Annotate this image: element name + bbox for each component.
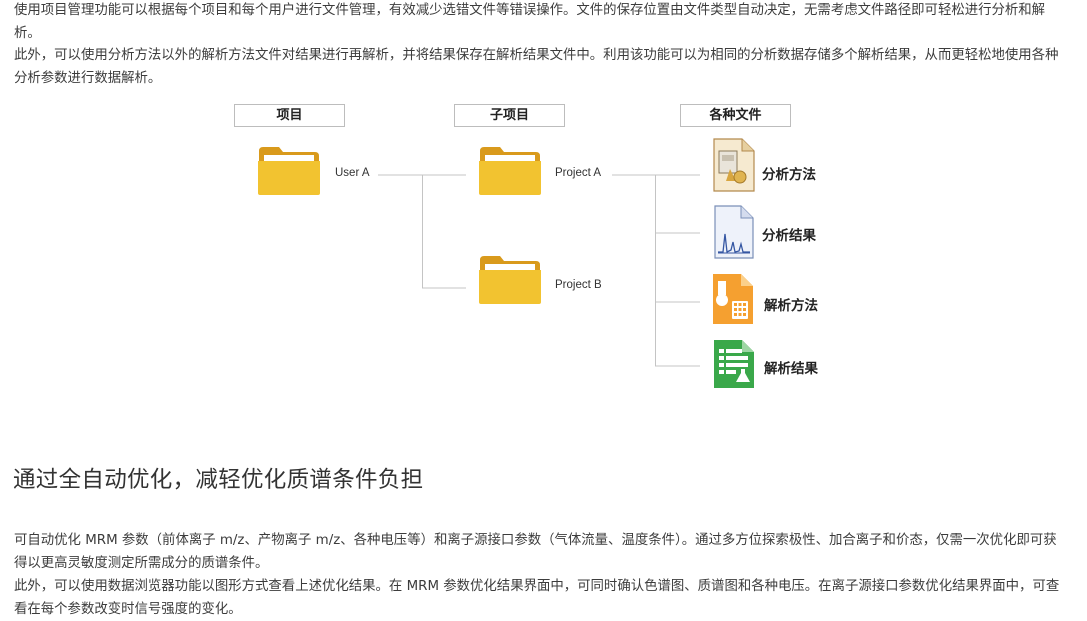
folder-icon (258, 147, 320, 195)
folder-icon (479, 147, 541, 195)
connector-lines (378, 174, 700, 367)
project-b-label: Project B (555, 279, 602, 291)
parse-result-file-icon (714, 340, 754, 388)
file-label-analysis-result: 分析结果 (762, 228, 816, 244)
project-a-label: Project A (555, 167, 602, 179)
file-label-parse-method: 解析方法 (764, 298, 818, 314)
file-label-analysis-method: 分析方法 (762, 167, 816, 183)
analysis-result-file-icon (714, 205, 754, 259)
user-label: User A (335, 167, 370, 179)
parse-method-file-icon (713, 274, 753, 324)
header-files: 各种文件 (680, 104, 791, 127)
folder-icon (479, 256, 541, 304)
header-project: 项目 (234, 104, 345, 127)
header-subproject: 子项目 (454, 104, 565, 127)
project-structure-diagram: 项目 子项目 各种文件 User A Project A Project B 分… (0, 0, 1087, 619)
analysis-method-file-icon (713, 138, 755, 192)
section-heading: 通过全自动优化，减轻优化质谱条件负担 (13, 467, 424, 493)
section-paragraph-1: 可自动优化 MRM 参数（前体离子 m/z、产物离子 m/z、各种电压等）和离子… (14, 533, 1057, 571)
file-label-parse-result: 解析结果 (764, 361, 818, 377)
section-paragraph-2: 此外，可以使用数据浏览器功能以图形方式查看上述优化结果。在 MRM 参数优化结果… (14, 579, 1060, 617)
